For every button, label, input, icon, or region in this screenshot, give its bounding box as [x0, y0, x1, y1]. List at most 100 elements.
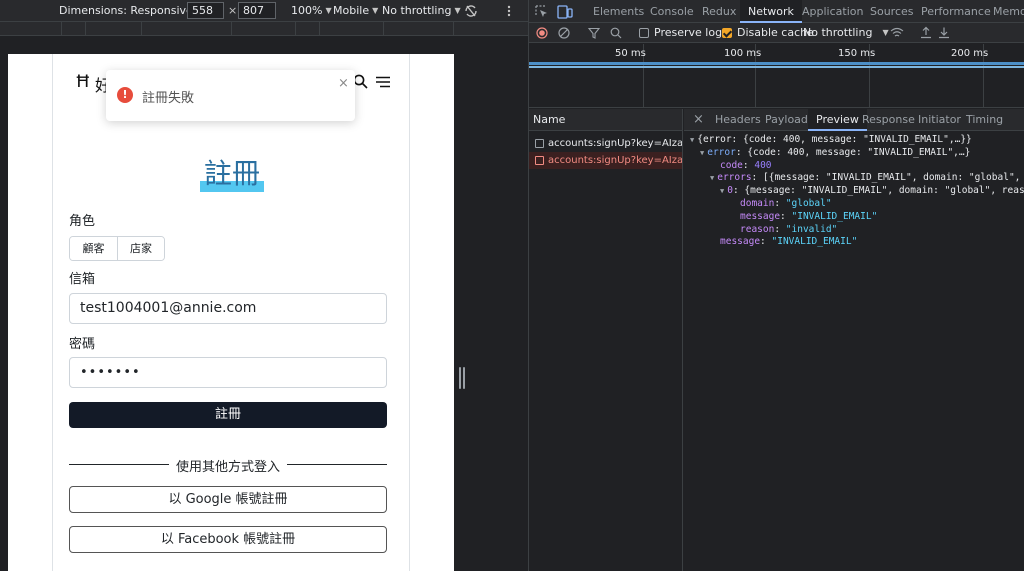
- device-toolbar: Dimensions: Responsive▼ 558 × 807 100%▼ …: [0, 0, 528, 22]
- request-list: Name accounts:signUp?key=AIzaSy... accou…: [529, 109, 683, 571]
- signup-page: Ħ 好 註冊 角色 顧客 店家 信箱 test1004001@annie.com…: [52, 54, 410, 571]
- wifi-settings-icon[interactable]: [890, 27, 904, 39]
- timeline-waterfall-bar: [529, 66, 1024, 68]
- tab-timing[interactable]: Timing: [966, 109, 1003, 131]
- name-column-header[interactable]: Name: [529, 109, 682, 131]
- password-field[interactable]: •••••••: [69, 357, 387, 388]
- email-label: 信箱: [69, 272, 96, 287]
- throttling-dropdown[interactable]: No throttling ▼: [382, 4, 461, 17]
- json-message-row: message: "INVALID_EMAIL": [740, 210, 878, 222]
- clear-icon[interactable]: [558, 27, 570, 39]
- request-name: accounts:signUp?key=AIzaSy...: [548, 155, 682, 166]
- inspect-element-icon[interactable]: [535, 5, 549, 19]
- tab-memory[interactable]: Memor: [993, 0, 1024, 23]
- timeline-label: 150 ms: [838, 48, 876, 59]
- close-icon[interactable]: ×: [338, 76, 349, 91]
- upload-icon[interactable]: [920, 26, 932, 39]
- tab-payload[interactable]: Payload: [765, 109, 808, 131]
- download-icon[interactable]: [938, 26, 950, 39]
- network-throttling-label: No throttling: [803, 26, 873, 39]
- close-icon[interactable]: ×: [693, 109, 704, 131]
- timeline-label: 50 ms: [615, 48, 646, 59]
- request-row[interactable]: accounts:signUp?key=AIzaSy...: [529, 135, 682, 152]
- caret-down-icon: ▼: [325, 6, 332, 15]
- caret-down-icon: ▼: [454, 6, 461, 15]
- ruler-segment: [296, 22, 320, 36]
- timeline-waterfall-bar: [529, 62, 1024, 65]
- logo-icon[interactable]: Ħ: [75, 72, 91, 92]
- checkbox-unchecked: [639, 28, 649, 38]
- checkbox-checked: [722, 28, 732, 38]
- ruler-segment: [86, 22, 142, 36]
- device-viewport: Ħ 好 註冊 角色 顧客 店家 信箱 test1004001@annie.com…: [8, 54, 454, 571]
- password-label: 密碼: [69, 337, 96, 352]
- tab-headers[interactable]: Headers: [715, 109, 761, 131]
- tab-preview[interactable]: Preview: [808, 109, 867, 131]
- timeline-label: 200 ms: [951, 48, 989, 59]
- request-name: accounts:signUp?key=AIzaSy...: [548, 138, 682, 149]
- divider: 使用其他方式登入: [69, 456, 387, 475]
- media-query-ruler: [0, 22, 528, 36]
- page-title: 註冊: [53, 152, 411, 192]
- json-error-row[interactable]: ▼ error: {code: 400, message: "INVALID_EM…: [700, 147, 970, 160]
- search-icon[interactable]: [610, 27, 622, 39]
- tab-redux[interactable]: Redux: [702, 0, 736, 23]
- preserve-log-checkbox[interactable]: Preserve log: [639, 23, 722, 43]
- role-customer-button[interactable]: 顧客: [70, 237, 117, 260]
- role-store-button[interactable]: 店家: [117, 237, 164, 260]
- error-icon: !: [117, 87, 133, 103]
- ruler-segment: [142, 22, 232, 36]
- divider-text: 使用其他方式登入: [169, 460, 286, 475]
- facebook-signup-button[interactable]: 以 Facebook 帳號註冊: [69, 526, 387, 553]
- request-row-error[interactable]: accounts:signUp?key=AIzaSy...: [529, 152, 682, 169]
- tab-performance[interactable]: Performance: [921, 0, 991, 23]
- tab-initiator[interactable]: Initiator: [918, 109, 961, 131]
- tab-application[interactable]: Application: [802, 0, 863, 23]
- expand-triangle-icon: ▼: [720, 187, 725, 196]
- request-detail-pane: × Headers Payload Preview Response Initi…: [684, 109, 1024, 571]
- json-outer-message-row: message: "INVALID_EMAIL": [720, 236, 858, 248]
- disable-cache-checkbox[interactable]: Disable cache: [722, 23, 814, 43]
- ruler-segment: [232, 22, 296, 36]
- network-toolbar: Preserve log Disable cache No throttling…: [529, 23, 1024, 43]
- zoom-dropdown[interactable]: 100% ▼: [291, 4, 332, 17]
- caret-down-icon: ▼: [372, 6, 379, 15]
- tab-response[interactable]: Response: [862, 109, 915, 131]
- email-field[interactable]: test1004001@annie.com: [69, 293, 387, 324]
- error-toast: ! 註冊失敗 ×: [106, 70, 355, 121]
- json-errors-0-row[interactable]: ▼ 0: {message: "INVALID_EMAIL", domain: "…: [720, 185, 1024, 198]
- resize-handle[interactable]: [459, 367, 465, 389]
- detail-tab-bar: × Headers Payload Preview Response Initi…: [684, 109, 1024, 131]
- filter-icon[interactable]: [588, 27, 600, 39]
- tab-elements[interactable]: Elements: [593, 0, 644, 23]
- record-icon[interactable]: [536, 27, 548, 39]
- devtools-panel: Elements Console Redux Network Applicati…: [528, 0, 1024, 571]
- submit-button[interactable]: 註冊: [69, 402, 387, 428]
- expand-triangle-icon: ▼: [690, 136, 695, 144]
- device-type-dropdown[interactable]: Mobile ▼: [333, 4, 378, 17]
- json-root-row[interactable]: ▼ {error: {code: 400, message: "INVALID_E…: [690, 134, 972, 147]
- json-reason-row: reason: "invalid": [740, 223, 838, 235]
- json-code-row: code: 400: [720, 159, 772, 171]
- tab-sources[interactable]: Sources: [870, 0, 914, 23]
- tab-network[interactable]: Network: [740, 0, 802, 23]
- role-label: 角色: [69, 214, 96, 229]
- rotate-icon[interactable]: [463, 3, 479, 19]
- timeline-label: 100 ms: [724, 48, 762, 59]
- device-type-label: Mobile: [333, 4, 370, 17]
- height-input[interactable]: 807: [238, 2, 276, 19]
- network-throttling-dropdown[interactable]: No throttling ▼: [803, 23, 889, 43]
- expand-triangle-icon: ▼: [710, 174, 715, 183]
- search-icon[interactable]: [353, 74, 369, 90]
- google-signup-button[interactable]: 以 Google 帳號註冊: [69, 486, 387, 513]
- menu-icon[interactable]: [375, 76, 391, 88]
- zoom-label: 100%: [291, 4, 323, 17]
- expand-triangle-icon: ▼: [700, 148, 705, 157]
- dimensions-dropdown[interactable]: Dimensions: Responsive▼: [59, 4, 202, 17]
- more-options-icon[interactable]: [505, 4, 513, 18]
- tab-console[interactable]: Console: [650, 0, 694, 23]
- json-domain-row: domain: "global": [740, 198, 832, 209]
- device-toolbar-icon[interactable]: [557, 5, 573, 19]
- json-errors-row[interactable]: ▼ errors: [{message: "INVALID_EMAIL", dom…: [710, 172, 1024, 185]
- width-input[interactable]: 558: [187, 2, 224, 19]
